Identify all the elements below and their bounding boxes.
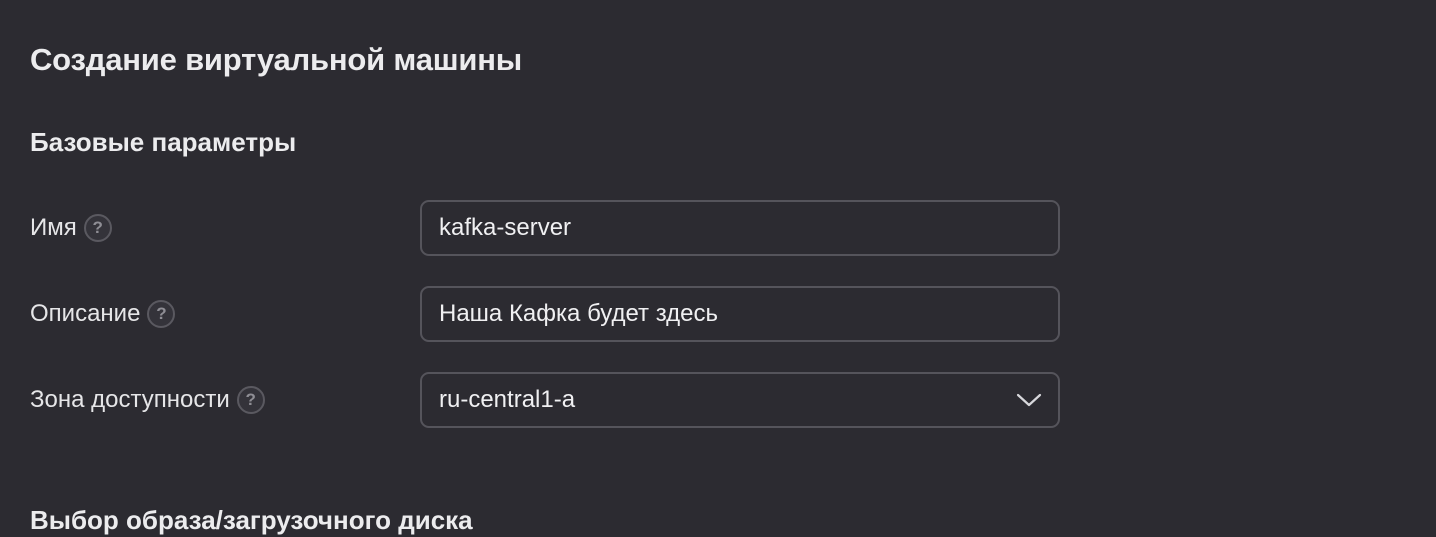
name-input[interactable] [420,200,1060,256]
description-input[interactable] [420,286,1060,342]
availability-zone-value: ru-central1-a [439,386,576,413]
availability-zone-label: Зона доступности [30,386,230,413]
description-label: Описание [30,300,141,327]
availability-zone-select[interactable]: ru-central1-a [420,372,1060,428]
chevron-down-icon [1016,393,1042,407]
name-label-group: Имя ? [30,200,112,256]
page-title: Создание виртуальной машины [30,42,523,77]
form-row-availability-zone: Зона доступности ? ru-central1-a [30,372,1060,428]
zone-label-group: Зона доступности ? [30,372,265,428]
form-row-description: Описание ? [30,286,1060,342]
form-row-name: Имя ? [30,200,1060,256]
section-title-image-selection: Выбор образа/загрузочного диска [30,505,473,535]
description-label-group: Описание ? [30,286,176,342]
help-icon[interactable]: ? [147,300,176,328]
section-title-basic-parameters: Базовые параметры [30,127,297,157]
help-icon[interactable]: ? [236,386,265,414]
help-icon[interactable]: ? [83,214,112,242]
name-label: Имя [30,214,77,241]
